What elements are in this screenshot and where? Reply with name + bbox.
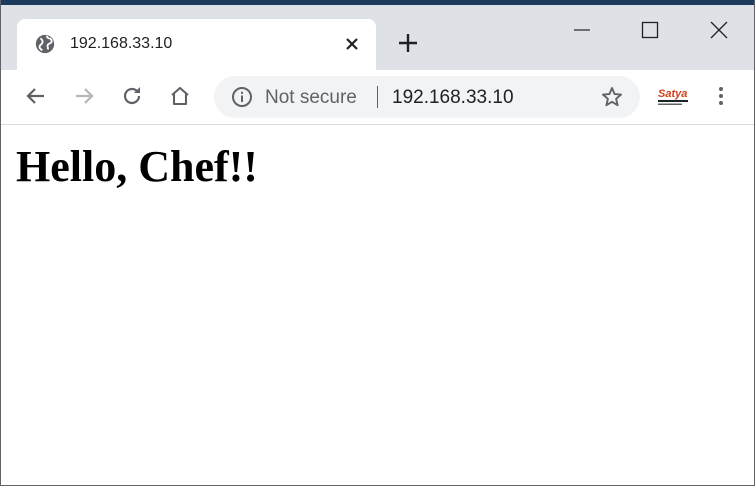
minimize-icon[interactable] [571, 19, 593, 41]
address-bar[interactable]: Not secure 192.168.33.10 [214, 76, 640, 118]
home-icon[interactable] [168, 84, 192, 108]
browser-window: 192.168.33.10 Not secure 192.168.33.10 S… [0, 0, 755, 486]
bookmark-star-icon[interactable] [600, 85, 624, 109]
browser-tab[interactable]: 192.168.33.10 [17, 19, 376, 70]
browser-toolbar: Not secure 192.168.33.10 Satya [1, 70, 754, 125]
page-content: Hello, Chef!! [1, 125, 754, 485]
address-separator [377, 86, 378, 108]
more-menu-icon[interactable] [709, 84, 733, 108]
back-arrow-icon[interactable] [24, 84, 48, 108]
url-text[interactable]: 192.168.33.10 [392, 87, 514, 109]
extension-logo-icon[interactable]: Satya [656, 86, 692, 108]
extension-logo-text: Satya [658, 88, 687, 100]
info-icon[interactable] [231, 86, 253, 108]
new-tab-icon[interactable] [397, 32, 419, 54]
close-tab-icon[interactable] [343, 35, 361, 53]
title-bar: 192.168.33.10 [1, 5, 754, 70]
close-window-icon[interactable] [708, 19, 730, 41]
tab-title: 192.168.33.10 [70, 35, 173, 52]
globe-icon [35, 34, 55, 54]
reload-icon[interactable] [120, 84, 144, 108]
forward-arrow-icon[interactable] [72, 84, 96, 108]
page-heading: Hello, Chef!! [16, 142, 258, 191]
security-status[interactable]: Not secure [265, 87, 357, 109]
maximize-icon[interactable] [639, 19, 661, 41]
